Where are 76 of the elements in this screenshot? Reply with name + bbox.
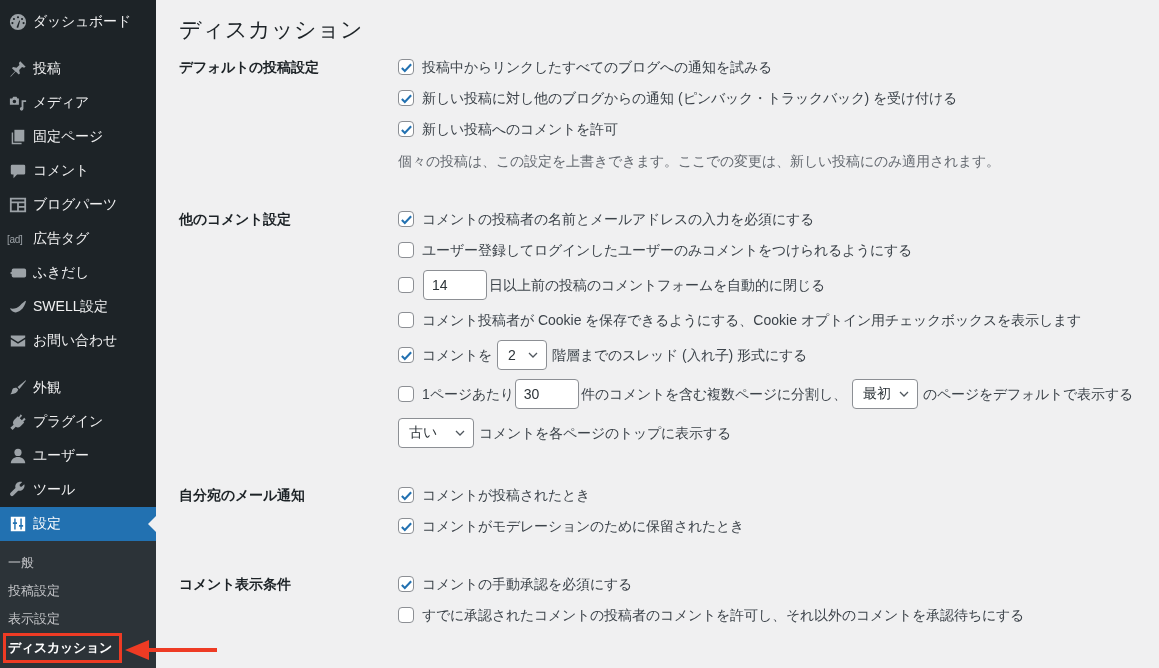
number-field[interactable]: 14	[423, 270, 487, 300]
menu-item[interactable]: 設定	[0, 507, 156, 541]
paintbrush-icon	[9, 379, 27, 397]
sliders-icon	[9, 515, 27, 533]
camera-note-icon	[9, 94, 27, 112]
wrench-icon	[9, 481, 27, 499]
option-label: コメントを	[422, 346, 492, 365]
chevron-down-icon	[898, 391, 909, 397]
chevron-down-icon	[455, 430, 465, 436]
speech-bubble-icon	[9, 162, 27, 180]
checkbox[interactable]	[398, 607, 414, 623]
menu-item[interactable]: コメント	[0, 154, 156, 188]
user-icon	[9, 447, 27, 465]
section-heading: 他のコメント設定	[179, 211, 291, 227]
gauge-icon	[9, 13, 27, 31]
ad-icon: [ad]	[7, 233, 29, 245]
option-label: すでに承認されたコメントの投稿者のコメントを許可し、それ以外のコメントを承認待ちにする	[422, 606, 1024, 625]
menu-item[interactable]: ツール	[0, 473, 156, 507]
dropdown[interactable]: 2	[497, 340, 547, 370]
section-heading: コメント表示条件	[179, 576, 291, 592]
menu-item[interactable]: 外観	[0, 371, 156, 405]
option-label: 1ページあたり	[422, 385, 514, 404]
checkbox[interactable]	[398, 576, 414, 592]
option-label: 投稿中からリンクしたすべてのブログへの通知を試みる	[422, 58, 772, 77]
menu-item[interactable]: お問い合わせ	[0, 324, 156, 358]
arrow-icon	[125, 639, 217, 661]
menu-item[interactable]: 投稿	[0, 52, 156, 86]
current-pointer-icon	[148, 516, 156, 532]
menu-item[interactable]: 固定ページ	[0, 120, 156, 154]
option-label: コメント投稿者が Cookie を保存できるようにする、Cookie オプトイン用チェックボックスを表示します	[422, 311, 1081, 330]
menu-item[interactable]: ダッシュボード	[0, 5, 156, 39]
checkbox[interactable]	[398, 121, 414, 137]
dropdown[interactable]: 最初	[851, 379, 918, 409]
menu-item[interactable]: プラグイン	[0, 405, 156, 439]
layout-grid-icon	[9, 196, 27, 214]
submenu-item[interactable]: 投稿設定	[0, 580, 68, 602]
option-label: のページをデフォルトで表示する	[922, 385, 1133, 404]
menu-item[interactable]: ブログパーツ	[0, 188, 156, 222]
option-label: 新しい投稿へのコメントを許可	[422, 120, 618, 139]
chevron-down-icon	[528, 352, 538, 358]
submenu-item[interactable]: 一般	[0, 552, 42, 574]
number-field[interactable]: 30	[514, 379, 579, 409]
menu-item[interactable]: メディア	[0, 86, 156, 120]
checkbox[interactable]	[398, 242, 414, 258]
menu-item[interactable]: SWELL設定	[0, 290, 156, 324]
checkbox[interactable]	[398, 90, 414, 106]
checkbox[interactable]	[398, 487, 414, 503]
option-label: ユーザー登録してログインしたユーザーのみコメントをつけられるようにする	[422, 241, 912, 260]
option-label: コメントが投稿されたとき	[422, 486, 590, 505]
option-label: 日以上前の投稿のコメントフォームを自動的に閉じる	[489, 276, 825, 295]
plug-icon	[9, 413, 27, 431]
description-text: 個々の投稿は、この設定を上書きできます。ここでの変更は、新しい投稿にのみ適用されます。	[398, 152, 1000, 171]
option-label: 新しい投稿に対し他のブログからの通知 (ピンバック・トラックバック) を受け付ける	[422, 89, 958, 108]
checkbox[interactable]	[398, 277, 414, 293]
checkbox[interactable]	[398, 386, 414, 402]
pages-icon	[9, 128, 27, 146]
checkbox[interactable]	[398, 312, 414, 328]
checkbox[interactable]	[398, 347, 414, 363]
submenu-item[interactable]: 表示設定	[0, 608, 68, 630]
pushpin-icon	[9, 60, 27, 78]
section-heading: 自分宛のメール通知	[179, 487, 305, 503]
menu-item[interactable]: [ad] 広告タグ	[0, 222, 156, 256]
checkbox[interactable]	[398, 518, 414, 534]
option-label: コメントの手動承認を必須にする	[422, 575, 632, 594]
option-label: 件のコメントを含む複数ページに分割し、	[580, 385, 847, 404]
menu-item[interactable]: ユーザー	[0, 439, 156, 473]
section-heading: デフォルトの投稿設定	[179, 59, 319, 75]
dropdown[interactable]: 古い	[398, 418, 474, 448]
option-label: コメントを各ページのトップに表示する	[479, 424, 731, 443]
checkbox[interactable]	[398, 59, 414, 75]
option-label: コメントがモデレーションのために保留されたとき	[422, 517, 744, 536]
checkbox[interactable]	[398, 211, 414, 227]
option-label: コメントの投稿者の名前とメールアドレスの入力を必須にする	[422, 210, 814, 229]
option-label: 階層までのスレッド (入れ子) 形式にする	[552, 346, 808, 365]
page-title: ディスカッション	[179, 16, 364, 44]
menu-item[interactable]: ふきだし	[0, 256, 156, 290]
